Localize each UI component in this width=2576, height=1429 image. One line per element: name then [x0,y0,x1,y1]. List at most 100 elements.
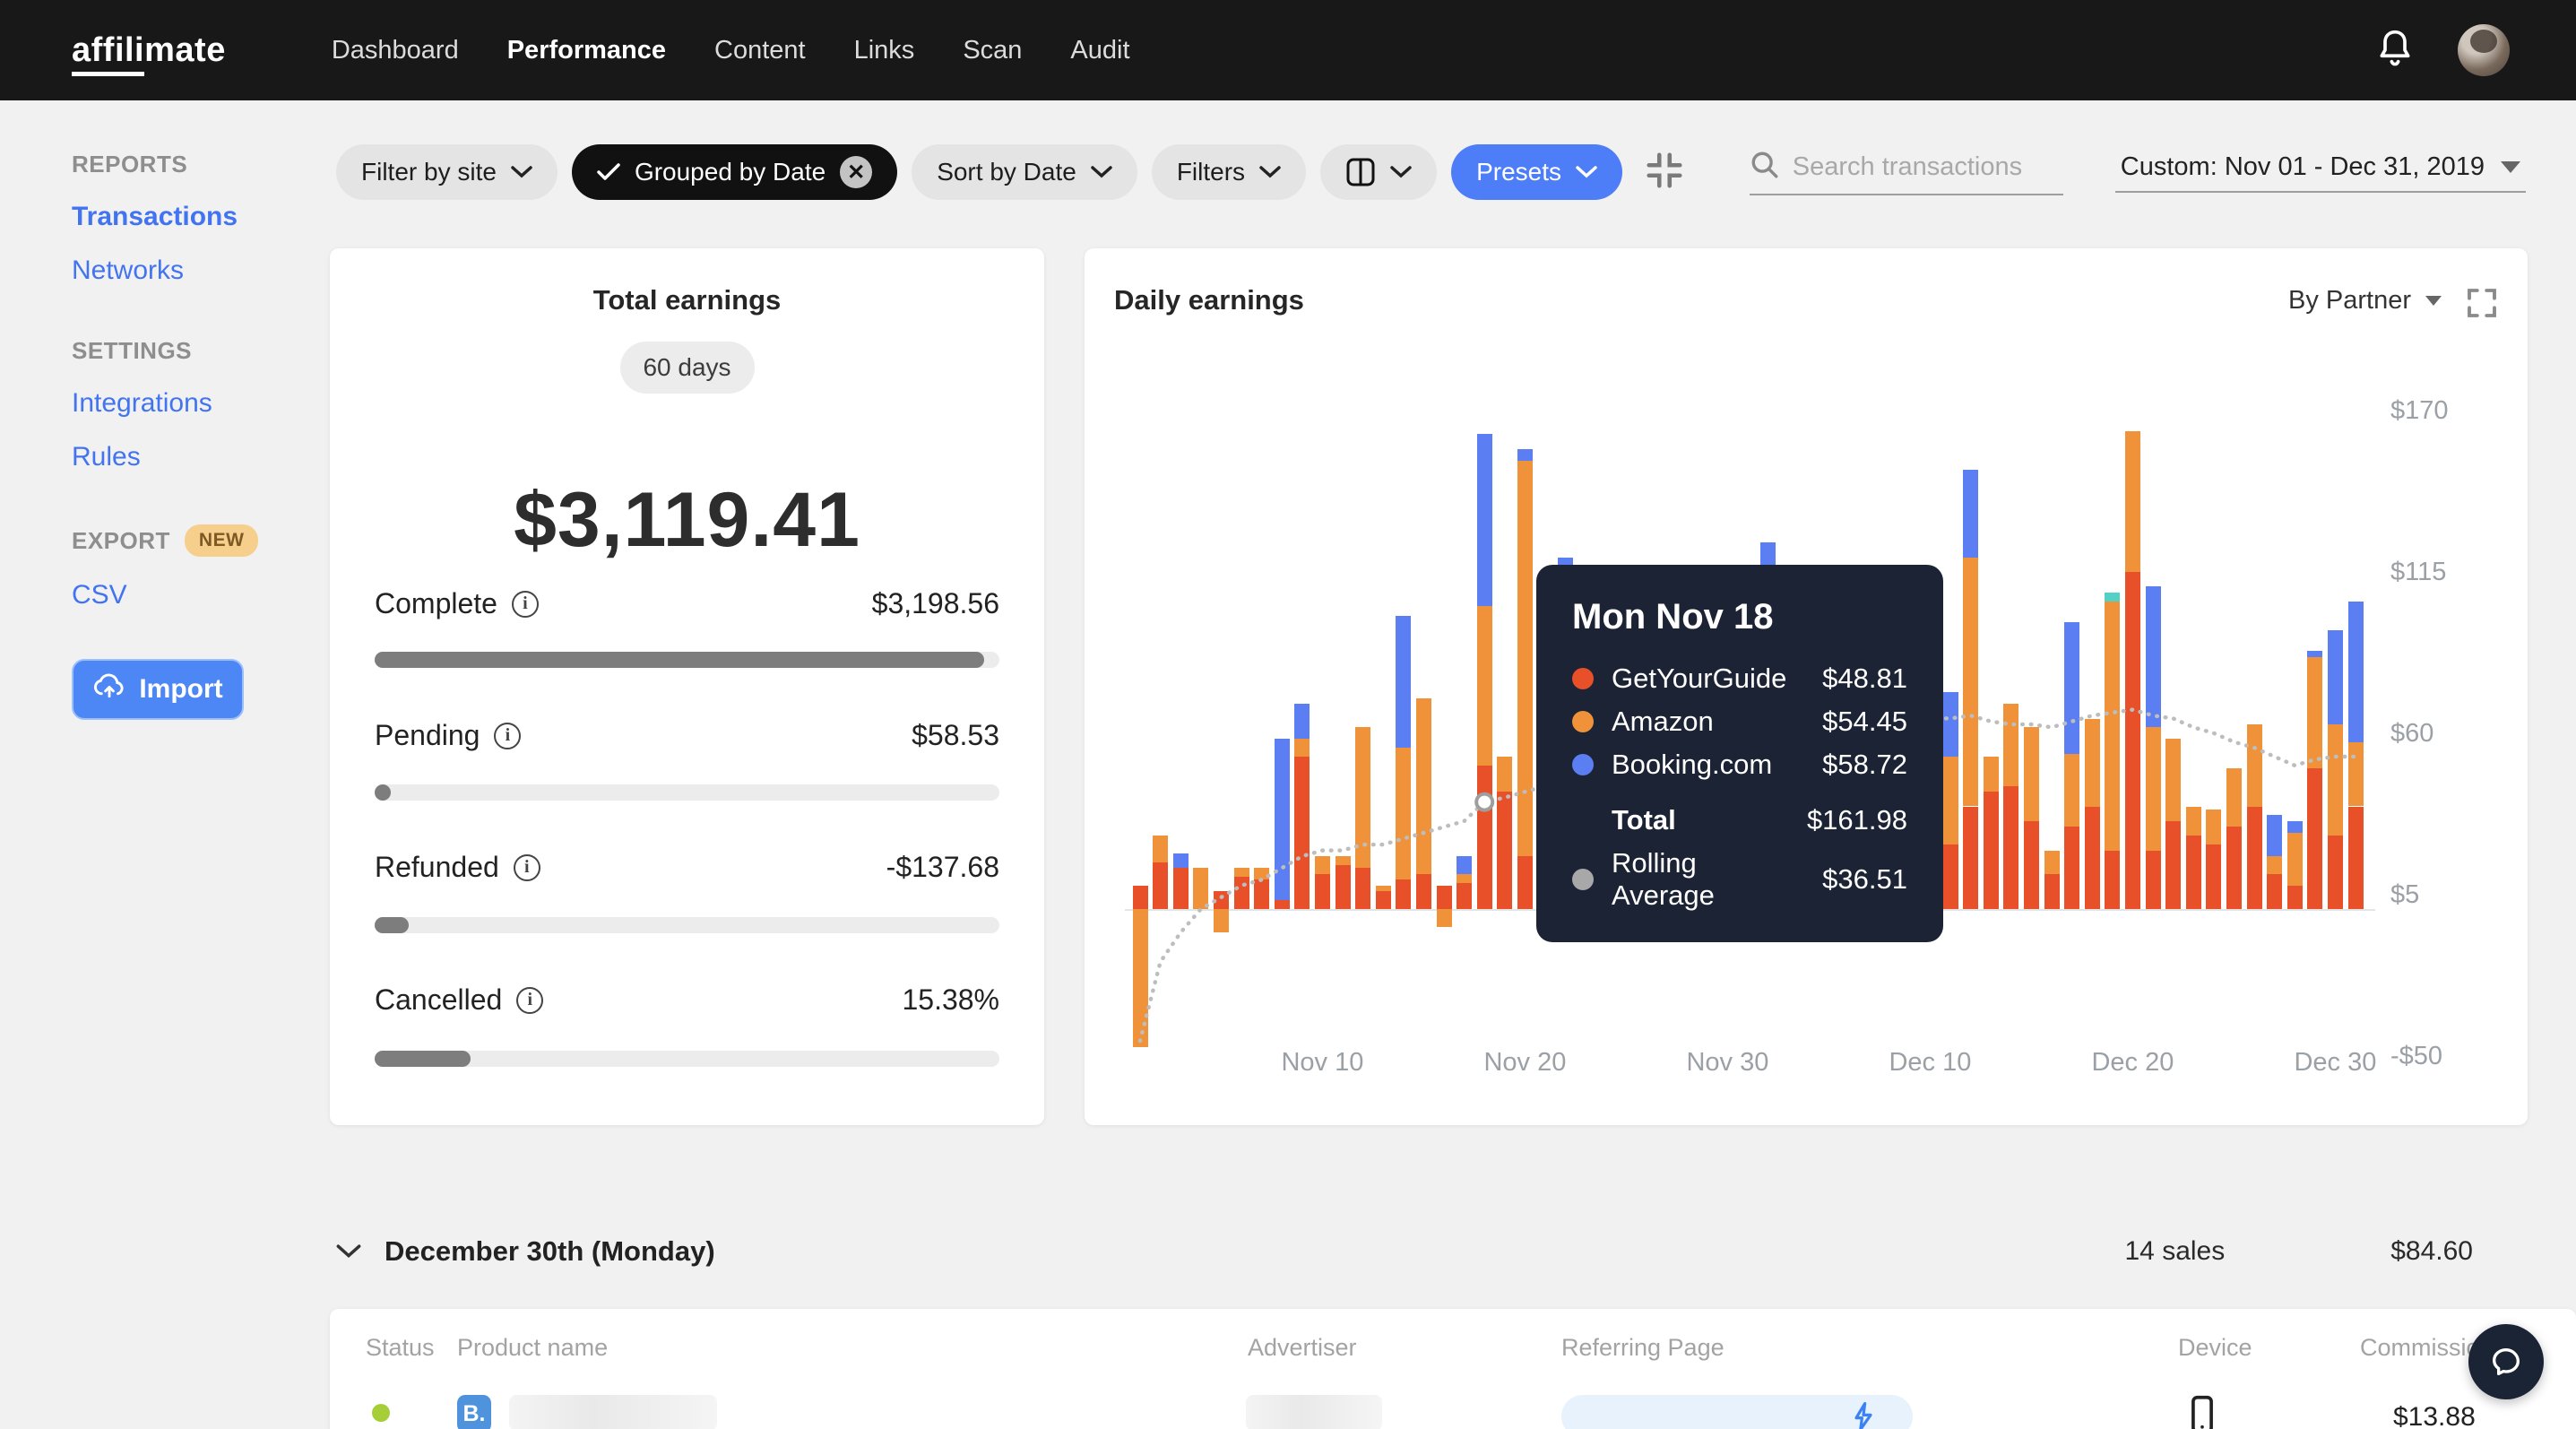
bar-segment[interactable] [2003,704,2019,786]
bar-segment[interactable] [1436,909,1452,927]
bar-segment[interactable] [1355,727,1371,869]
bar-segment[interactable] [2185,836,2201,910]
sidebar-item-transactions[interactable]: Transactions [72,202,330,232]
referring-page-link[interactable] [1561,1395,1913,1429]
bar-segment[interactable] [2064,621,2080,754]
bar-segment[interactable] [2044,873,2060,909]
bar-segment[interactable] [1963,806,1979,910]
bar-segment[interactable] [2044,850,2060,874]
bar-segment[interactable] [2064,753,2080,827]
bar-segment[interactable] [2023,820,2039,909]
bar-segment[interactable] [1517,460,1533,857]
bar-segment[interactable] [1497,792,1513,909]
bar-segment[interactable] [2206,809,2222,844]
bar-segment[interactable] [1294,704,1310,740]
info-icon[interactable]: i [516,986,544,1014]
bar-segment[interactable] [2105,601,2121,851]
bar-segment[interactable] [1983,792,1999,909]
bar-segment[interactable] [1517,448,1533,461]
info-icon[interactable]: i [513,853,540,881]
bar-segment[interactable] [2105,592,2121,602]
bar-segment[interactable] [1274,900,1290,909]
bar-segment[interactable] [1335,856,1351,865]
chat-button[interactable] [2468,1324,2544,1399]
bar-segment[interactable] [1153,862,1169,909]
filter-by-site-dropdown[interactable]: Filter by site [336,144,558,200]
bar-segment[interactable] [2226,827,2242,909]
bar-segment[interactable] [1457,856,1473,874]
bar-segment[interactable] [2286,820,2303,833]
bar-segment[interactable] [1497,757,1513,792]
bar-segment[interactable] [1415,873,1431,909]
bar-segment[interactable] [1942,757,1958,845]
bar-segment[interactable] [1476,766,1492,909]
notifications-bell-icon[interactable] [2375,27,2415,74]
bar-segment[interactable] [1213,891,1229,909]
nav-content[interactable]: Content [714,36,806,65]
bar-segment[interactable] [2347,601,2364,742]
sidebar-item-networks[interactable]: Networks [72,255,330,286]
bar-segment[interactable] [2165,820,2182,909]
bar-segment[interactable] [2124,571,2140,909]
bar-segment[interactable] [2267,873,2283,909]
bar-segment[interactable] [1942,692,1958,757]
bar-segment[interactable] [2145,850,2161,909]
bar-segment[interactable] [2124,431,2140,572]
nav-scan[interactable]: Scan [963,36,1022,65]
period-chip[interactable]: 60 days [619,342,755,394]
day-group-header[interactable]: December 30th (Monday) 14 sales $84.60 [336,1235,2473,1268]
user-avatar[interactable] [2458,24,2510,76]
collapse-view-icon[interactable] [1644,150,1685,195]
bar-segment[interactable] [1415,697,1431,874]
nav-dashboard[interactable]: Dashboard [332,36,459,65]
chart-mode-dropdown[interactable]: By Partner [2288,286,2442,316]
bar-segment[interactable] [2267,856,2283,874]
bar-segment[interactable] [1233,877,1249,909]
bar-segment[interactable] [2064,827,2080,909]
bar-segment[interactable] [1396,748,1412,880]
bar-segment[interactable] [1457,873,1473,883]
bar-segment[interactable] [1517,856,1533,909]
app-logo[interactable]: affilimate [72,30,226,76]
bar-segment[interactable] [2286,833,2303,886]
bar-segment[interactable] [1274,739,1290,901]
bar-segment[interactable] [1396,879,1412,909]
bar-segment[interactable] [2145,586,2161,728]
fullscreen-icon[interactable] [2463,284,2501,326]
bar-segment[interactable] [1213,909,1229,933]
bar-segment[interactable] [2003,785,2019,909]
bar-segment[interactable] [1254,868,1270,880]
bar-segment[interactable] [1375,891,1391,909]
bar-segment[interactable] [2347,741,2364,807]
bar-segment[interactable] [1457,882,1473,909]
bar-segment[interactable] [1254,879,1270,909]
date-range-picker[interactable]: Custom: Nov 01 - Dec 31, 2019 [2114,152,2526,193]
bar-segment[interactable] [2206,844,2222,909]
bar-segment[interactable] [2307,768,2323,909]
bar-segment[interactable] [1375,885,1391,892]
columns-dropdown[interactable] [1320,144,1438,200]
sort-by-date-dropdown[interactable]: Sort by Date [912,144,1137,200]
bar-segment[interactable] [1233,868,1249,877]
presets-button[interactable]: Presets [1451,144,1622,200]
bar-segment[interactable] [1294,757,1310,909]
bar-segment[interactable] [2185,806,2201,836]
bar-segment[interactable] [2105,850,2121,909]
bar-segment[interactable] [1314,856,1330,874]
bar-segment[interactable] [1132,909,1148,1047]
bar-segment[interactable] [2347,806,2364,910]
nav-links[interactable]: Links [854,36,915,65]
bar-segment[interactable] [1963,469,1979,558]
bar-segment[interactable] [1193,868,1209,909]
import-button[interactable]: Import [72,659,244,720]
remove-grouping-icon[interactable]: ✕ [840,156,873,188]
bar-segment[interactable] [2084,806,2100,910]
nav-audit[interactable]: Audit [1070,36,1129,65]
filters-dropdown[interactable]: Filters [1151,144,1307,200]
bar-segment[interactable] [1153,836,1169,862]
info-icon[interactable]: i [511,590,539,618]
bar-segment[interactable] [2084,718,2100,807]
bar-segment[interactable] [2023,727,2039,821]
bar-segment[interactable] [2327,836,2343,910]
bar-segment[interactable] [1355,868,1371,909]
